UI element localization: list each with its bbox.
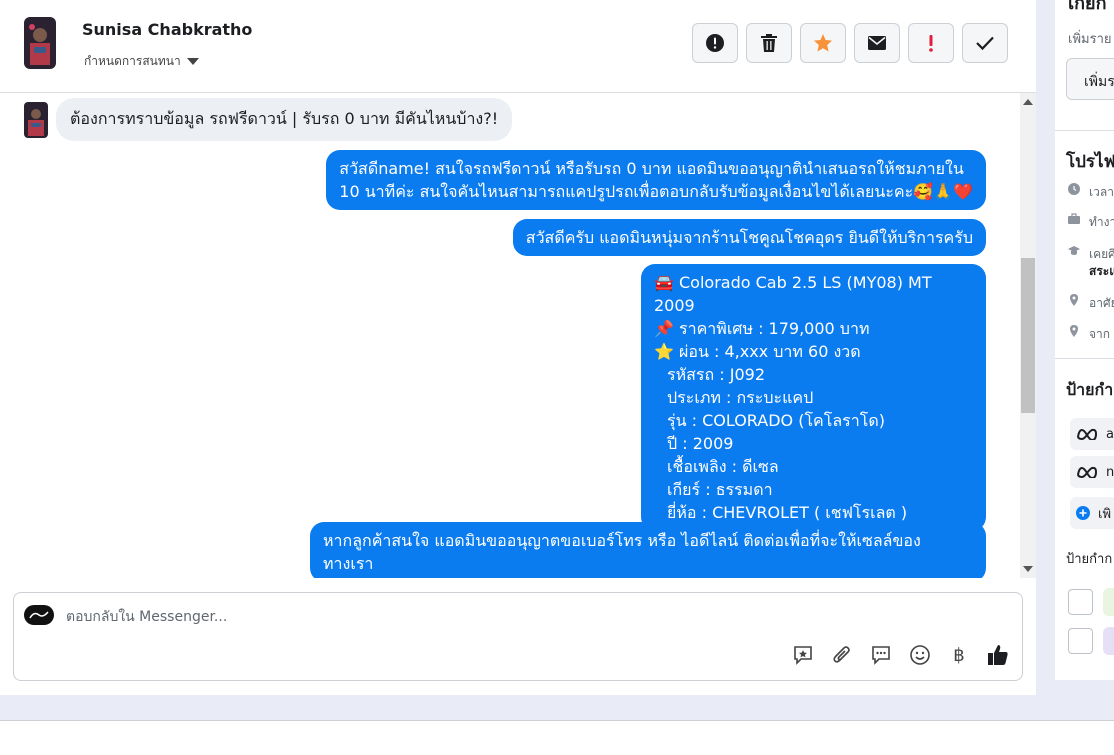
detail-education-school[interactable]: สระแ [1089, 262, 1114, 281]
detail-lives-in: อาศัย [1089, 296, 1114, 310]
alert-circle-icon [706, 34, 724, 52]
contact-name[interactable]: Sunisa Chabkratho [82, 20, 252, 39]
car-installment: ⭐ ผ่อน : 4,xxx บาท 60 งวด [654, 342, 861, 361]
meta-icon [1077, 466, 1098, 478]
label-tag-text: n [1106, 464, 1114, 480]
car-gear: เกียร์ : ธรรมดา [667, 480, 773, 499]
mark-done-button[interactable] [962, 23, 1008, 63]
message-line: หากลูกค้าสนใจ แอดมินขออนุญาตขอเบอร์โทร ห… [323, 531, 921, 550]
divider [1055, 130, 1114, 131]
scroll-down-arrow-icon[interactable] [1023, 566, 1033, 572]
car-type: ประเภท : กระบะแคป [667, 388, 814, 407]
add-info-button[interactable]: เพิ่มร [1066, 58, 1114, 100]
labels-subtitle: ป้ายกำก [1066, 552, 1113, 567]
detail-work: ทำงา [1089, 215, 1114, 229]
car-brand: ยี่ห้อ : CHEVROLET ( เชฟโรเลต ) [667, 503, 908, 522]
reply-composer: ฿ [13, 592, 1023, 681]
add-label-button[interactable]: เพิ [1070, 497, 1114, 529]
composer-tools: ฿ [791, 643, 1010, 667]
message-line: 10 นาทีค่ะ สนใจคันไหนสามารถแคปรูปรถเพื่อ… [339, 182, 973, 201]
message-line: ทางเรา [323, 554, 374, 573]
conversation-settings-label: กำหนดการสนทนา [84, 54, 181, 68]
car-code: รหัสรถ : J092 [667, 365, 766, 384]
message-scrollbar[interactable] [1020, 93, 1036, 578]
message-line: สวัสดีครับ แอดมินหนุ่มจากร้านโชคูณโชคอุด… [525, 228, 973, 247]
divider [1055, 358, 1114, 359]
bottom-bar [0, 720, 1114, 755]
profile-section-title: โปรไฟ [1066, 152, 1114, 172]
conversation-settings-dropdown[interactable]: กำหนดการสนทนา [84, 52, 199, 71]
label-tag-text: a [1106, 426, 1114, 442]
label-checkbox[interactable] [1068, 628, 1093, 654]
incoming-message: ต้องการทราบข้อมูล รถฟรีดาวน์ | รับรถ 0 บ… [24, 98, 513, 141]
outgoing-message-bubble[interactable]: สวัสดีครับ แอดมินหนุ่มจากร้านโชคูณโชคอุด… [512, 219, 986, 256]
report-button[interactable] [692, 23, 738, 63]
car-fuel: เชื้อเพลิง : ดีเซล [667, 457, 779, 476]
plus-circle-icon [1076, 506, 1090, 520]
scroll-thumb[interactable] [1021, 258, 1035, 413]
star-button[interactable] [800, 23, 846, 63]
chat-bubble-icon[interactable] [869, 643, 893, 667]
briefcase-icon [1068, 213, 1080, 224]
label-tag[interactable]: n [1070, 456, 1114, 488]
avatar[interactable] [24, 101, 48, 138]
car-info-card[interactable]: 🚘 Colorado Cab 2.5 LS (MY08) MT 2009 📌 ร… [641, 264, 986, 531]
outgoing-message-bubble[interactable]: หากลูกค้าสนใจ แอดมินขออนุญาตขอเบอร์โทร ห… [310, 522, 986, 578]
label-chip [1103, 627, 1114, 655]
car-year: ปี : 2009 [667, 434, 734, 453]
delete-button[interactable] [746, 23, 792, 63]
mark-unread-button[interactable] [854, 23, 900, 63]
emoji-icon[interactable] [908, 643, 932, 667]
detail-from: จาก [1089, 327, 1111, 341]
pin-icon [1070, 294, 1078, 306]
outgoing-message-bubble[interactable]: สวัสดีname! สนใจรถฟรีดาวน์ หรือรับรถ 0 บ… [326, 150, 986, 210]
labels-section-title: ป้ายกำ [1066, 380, 1114, 399]
attachment-icon[interactable] [830, 643, 854, 667]
baht-icon[interactable]: ฿ [947, 643, 971, 667]
exclamation-icon [929, 35, 933, 52]
add-label-text: เพิ [1098, 506, 1112, 522]
action-toolbar [692, 23, 1008, 63]
chat-panel: Sunisa Chabkratho กำหนดการสนทนา ต้องการท… [0, 0, 1036, 695]
incoming-message-bubble[interactable]: ต้องการทราบข้อมูล รถฟรีดาวน์ | รับรถ 0 บ… [56, 98, 513, 141]
clock-icon [1068, 183, 1080, 195]
message-input[interactable] [66, 601, 766, 633]
car-price: 📌 ราคาพิเศษ : 179,000 บาท [654, 319, 870, 338]
message-line: สวัสดีname! สนใจรถฟรีดาวน์ หรือรับรถ 0 บ… [339, 159, 964, 178]
label-chip [1103, 588, 1114, 616]
add-info-button-label: เพิ่มร [1084, 74, 1114, 90]
page-logo-icon [24, 605, 54, 625]
avatar[interactable] [24, 17, 56, 69]
meta-icon [1077, 428, 1098, 440]
right-info-panel: เกยก เพิ่มราย เพิ่มร โปรไฟ เวลา ทำงา เคย… [1055, 0, 1114, 680]
message-list[interactable]: ต้องการทราบข้อมูล รถฟรีดาวน์ | รับรถ 0 บ… [0, 93, 1020, 578]
label-tag[interactable]: a [1070, 418, 1114, 450]
envelope-icon [868, 36, 886, 50]
pin-icon [1070, 325, 1078, 337]
graduation-cap-icon [1068, 246, 1080, 255]
caret-down-icon [186, 58, 199, 65]
star-icon [814, 34, 832, 52]
panel-top-heading: เกยก [1068, 0, 1107, 14]
follow-up-button[interactable] [908, 23, 954, 63]
label-checkbox[interactable] [1068, 589, 1093, 615]
detail-local-time: เวลา [1089, 185, 1114, 199]
saved-reply-icon[interactable] [791, 643, 815, 667]
chat-header: Sunisa Chabkratho กำหนดการสนทนา [0, 0, 1036, 93]
checkmark-icon [976, 36, 994, 51]
car-model: รุ่น : COLORADO (โคโลราโด) [667, 411, 885, 430]
scroll-up-arrow-icon[interactable] [1023, 99, 1033, 105]
car-title: 🚘 Colorado Cab 2.5 LS (MY08) MT 2009 [654, 273, 932, 315]
trash-icon [761, 34, 777, 52]
add-info-label: เพิ่มราย [1068, 32, 1112, 47]
thumbs-up-icon[interactable] [986, 643, 1010, 667]
